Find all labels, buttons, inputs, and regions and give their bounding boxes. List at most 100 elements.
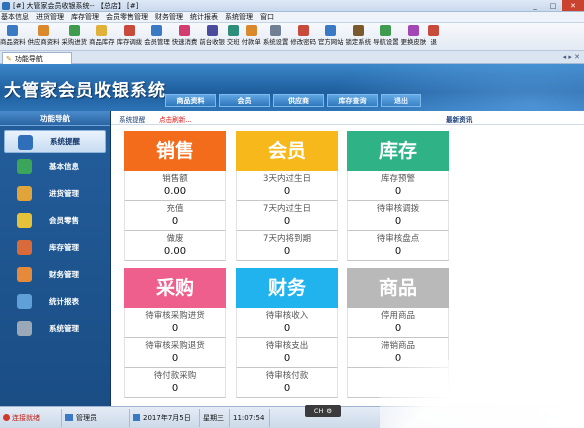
card-stat-row[interactable]: 待审核支出 0 [236,338,338,368]
toolbar-button-8[interactable]: 交班 [227,25,240,46]
box-icon [17,186,32,201]
card-stat-row[interactable]: 库存预警 0 [347,171,449,201]
tab-scroll-controls[interactable]: ◂ ▸ ✕ [563,53,580,61]
ime-text: CH [313,407,324,415]
header-nav-suppliers[interactable]: 供应商 [273,94,324,107]
header-nav-exit[interactable]: 退出 [381,94,421,107]
card-stat-row[interactable]: 待审核盘点 0 [347,231,449,261]
card-stat-row[interactable]: 充值 0 [124,201,226,231]
toolbar-button-11[interactable]: 修改密码 [290,25,316,46]
user-icon [65,414,73,421]
toolbar-button-label: 退 [430,38,437,46]
sidebar-item-6[interactable]: 统计报表 [0,288,110,315]
menu-system[interactable]: 系统管理 [225,12,253,22]
sidebar-item-3[interactable]: 会员零售 [0,207,110,234]
card-stat-row[interactable]: 待审核调拨 0 [347,201,449,231]
ime-indicator[interactable]: CH ⚙ [305,405,341,417]
close-button[interactable]: ✕ [562,0,584,11]
sidebar-item-4[interactable]: 库存管理 [0,234,110,261]
stat-value: 0 [171,353,179,364]
toolbar-button-1[interactable]: 供应商资料 [28,25,60,46]
toolbar-button-10[interactable]: 系统设置 [263,25,288,46]
menu-basic-info[interactable]: 基本信息 [1,12,29,22]
payment-icon [245,25,257,36]
toolbar-button-label: 会员管理 [144,38,170,46]
ime-settings-icon: ⚙ [326,407,333,415]
stat-label: 销售额 [162,174,188,184]
header-nav-members[interactable]: 会员 [219,94,270,107]
card-title[interactable]: 商品 [347,268,449,308]
sidebar-item-2[interactable]: 进货管理 [0,180,110,207]
header-nav-stock-query[interactable]: 库存查询 [327,94,378,107]
sidebar-item-5[interactable]: 财务管理 [0,261,110,288]
toolbar-button-0[interactable]: 商品资料 [0,25,26,46]
card-stat-row[interactable]: 待审核采购进货 0 [124,308,226,338]
time-text: 11:07:54 [233,413,265,422]
card-stat-row[interactable]: 待审核收入 0 [236,308,338,338]
card-stat-row[interactable]: 销售额 0.00 [124,171,226,201]
sidebar-item-1[interactable]: 基本信息 [0,153,110,180]
status-connection: 连接就绪 [0,408,62,427]
sidebar-title: 功能导航 [0,111,110,126]
product-icon [7,25,19,36]
menu-finance[interactable]: 财务管理 [155,12,183,22]
window-controls: _ □ ✕ [526,0,584,12]
refresh-link[interactable]: 点击刷新... [159,114,192,124]
toolbar-button-3[interactable]: 商品库存 [89,25,115,46]
menu-purchase[interactable]: 进货管理 [36,12,64,22]
toolbar-button-2[interactable]: 采购进货 [61,25,88,46]
maximize-button[interactable]: □ [544,0,562,11]
sidebar-item-label: 系统提醒 [50,137,80,146]
toolbar-button-16[interactable]: 退 [428,25,440,46]
cashier-icon [206,25,218,36]
header-nav-products[interactable]: 商品资料 [165,94,216,107]
sidebar-item-7[interactable]: 系统管理 [0,315,110,342]
sidebar-item-0[interactable]: 系统提醒 [4,130,106,153]
card-stat-row[interactable]: 待付款采购 0 [124,368,226,398]
user-text: 管理员 [76,413,97,422]
toolbar-button-14[interactable]: 导航设置 [373,25,399,46]
handover-icon [227,25,239,36]
minimize-button[interactable]: _ [526,0,544,11]
card-title[interactable]: 采购 [124,268,226,308]
card-title[interactable]: 库存 [347,131,449,171]
member-icon [17,213,32,228]
stat-label: 待审核采购进货 [145,311,205,321]
card-stat-row[interactable]: 3天内过生日 0 [236,171,338,201]
stock-icon [96,25,108,36]
toolbar-button-6[interactable]: 快速消费 [172,25,197,46]
toolbar-button-label: 修改密码 [290,38,316,46]
card-stat-row[interactable]: 待审核付款 0 [236,368,338,398]
toolbar-button-7[interactable]: 前台收银 [199,25,225,46]
card-stat-row[interactable]: 待审核采购退货 0 [124,338,226,368]
toolbar-button-label: 采购进货 [61,38,88,46]
card-title[interactable]: 财务 [236,268,338,308]
card-stat-row[interactable]: 7天内将到期 0 [236,231,338,261]
menu-window[interactable]: 窗口 [260,12,274,22]
card-stat-row[interactable]: 停用商品 0 [347,308,449,338]
latest-news-label: 最新资讯 [446,116,473,124]
toolbar-button-label: 商品资料 [0,38,26,46]
skin-icon [407,25,419,36]
card-stat-row[interactable]: 7天内过生日 0 [236,201,338,231]
toolbar-button-9[interactable]: 付款单 [242,25,261,46]
menu-reports[interactable]: 统计报表 [190,12,218,22]
tab-function-nav[interactable]: ✎ 功能导航 [2,52,72,64]
stat-label: 3天内过生日 [263,174,311,184]
toolbar-button-15[interactable]: 更换皮肤 [401,25,426,46]
sidebar-item-label: 财务管理 [49,270,79,279]
card-stat-row[interactable]: 做废 0.00 [124,231,226,261]
toolbar-button-13[interactable]: 锁定系统 [346,25,371,46]
card-title[interactable]: 销售 [124,131,226,171]
sidebar-item-label: 基本信息 [49,162,79,171]
stat-value: 0 [283,323,291,334]
toolbar-button-4[interactable]: 库存调拨 [117,25,142,46]
card-title[interactable]: 会员 [236,131,338,171]
menu-inventory[interactable]: 库存管理 [71,12,99,22]
toolbar-button-12[interactable]: 官方网站 [318,25,344,46]
toolbar: 商品资料 供应商资料 采购进货 商品库存 库存调拨 会员管理 快速消费 前台收银 交班 付款单 系统… [0,23,584,51]
menu-member-retail[interactable]: 会员零售管理 [106,12,148,22]
toolbar-button-5[interactable]: 会员管理 [144,25,170,46]
toolbar-button-label: 交班 [226,38,240,46]
stat-value: 0 [283,216,291,227]
